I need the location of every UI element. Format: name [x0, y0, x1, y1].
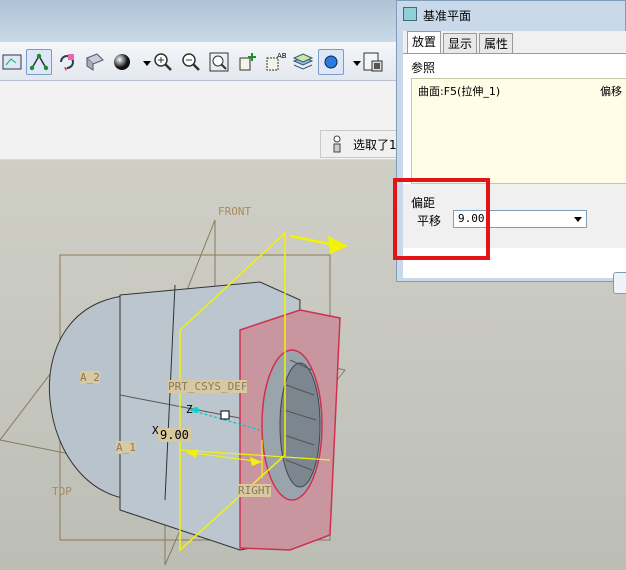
- toolbar: AB: [0, 42, 396, 81]
- datum-display-icon[interactable]: [0, 49, 26, 75]
- top-label: TOP: [52, 485, 72, 498]
- reference-item[interactable]: 曲面:F5(拉伸_1): [418, 83, 500, 99]
- zoom-out-icon[interactable]: [178, 49, 204, 75]
- model-tree-icon[interactable]: [360, 49, 386, 75]
- front-label: FRONT: [218, 205, 252, 218]
- offset-dimension[interactable]: 9.00: [158, 428, 191, 442]
- reference-constraint[interactable]: 偏移: [600, 83, 622, 99]
- datum-plane-icon[interactable]: [234, 49, 260, 75]
- csys-label: PRT_CSYS_DEF: [168, 380, 248, 393]
- info-icon: [333, 135, 341, 153]
- appearance-dropdown-icon[interactable]: [344, 49, 361, 75]
- z-axis-label: Z: [186, 403, 193, 416]
- layers-icon[interactable]: [290, 49, 316, 75]
- regenerate-icon[interactable]: [54, 49, 80, 75]
- sketch-icon[interactable]: [26, 49, 52, 75]
- dialog-icon: [403, 7, 417, 21]
- tab-properties[interactable]: 属性: [479, 33, 514, 53]
- svg-text:AB: AB: [277, 52, 287, 60]
- shading-dropdown-icon[interactable]: [134, 49, 151, 75]
- references-collector[interactable]: 曲面:F5(拉伸_1) 偏移: [411, 78, 626, 184]
- appearance-icon[interactable]: [318, 49, 344, 75]
- a2-axis-label: A_2: [80, 371, 100, 384]
- right-label: RIGHT: [238, 484, 272, 497]
- ok-button[interactable]: [613, 272, 626, 294]
- a1-axis-label: A_1: [116, 441, 136, 454]
- chevron-down-icon[interactable]: [574, 217, 582, 222]
- datum-axis-icon[interactable]: AB: [262, 49, 288, 75]
- view-manager-icon[interactable]: [82, 49, 108, 75]
- references-heading: 参照: [411, 61, 436, 75]
- dialog-title: 基准平面: [423, 9, 472, 23]
- window-title-strip: [0, 0, 400, 42]
- tab-placement[interactable]: 放置: [407, 31, 442, 53]
- tab-display[interactable]: 显示: [443, 33, 478, 53]
- message-area: 选取了1: [320, 130, 398, 158]
- direction-arrow: [289, 234, 331, 246]
- zoom-in-icon[interactable]: [150, 49, 176, 75]
- status-message: 选取了1: [353, 138, 397, 152]
- shading-icon[interactable]: [110, 49, 136, 75]
- refit-icon[interactable]: [206, 49, 232, 75]
- annotation-highlight-box: [393, 178, 490, 260]
